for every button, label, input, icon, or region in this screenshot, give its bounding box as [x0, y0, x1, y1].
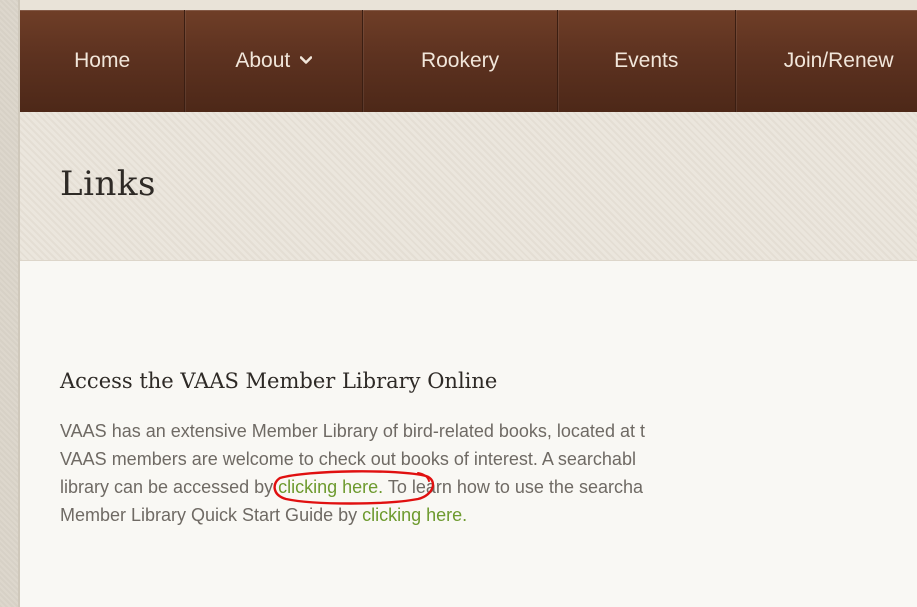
chevron-down-icon: [300, 55, 313, 65]
nav-item-label: About: [235, 49, 291, 72]
nav-item-label: Rookery: [420, 49, 500, 72]
paragraph-text: Member Library Quick Start Guide by: [60, 505, 363, 525]
paragraph-text: library can be accessed by: [60, 477, 279, 497]
paragraph-line: VAAS members are welcome to check out bo…: [60, 449, 636, 469]
nav-item-label: Home: [74, 49, 131, 72]
main-content: Access the VAAS Member Library Online VA…: [20, 261, 917, 607]
nav-item-label: Events: [614, 49, 679, 72]
nav-item-about[interactable]: About: [185, 10, 364, 112]
nav-item-rookery[interactable]: Rookery: [363, 10, 558, 112]
paragraph-text: To learn how to use the searcha: [383, 477, 643, 497]
quick-start-guide-link[interactable]: clicking here.: [362, 505, 467, 525]
nav-item-home[interactable]: Home: [20, 10, 186, 112]
library-description: VAAS has an extensive Member Library of …: [60, 417, 917, 529]
nav-item-events[interactable]: Events: [558, 10, 736, 112]
section-heading: Access the VAAS Member Library Online: [60, 369, 498, 393]
main-navigation: Home About Rookery Events Join/Renew: [20, 10, 917, 112]
page-title-band: Links: [20, 112, 917, 261]
page-title: Links: [60, 164, 156, 204]
paragraph-line: Member Library Quick Start Guide by clic…: [60, 501, 917, 529]
paragraph-line: library can be accessed by clicking here…: [60, 470, 917, 505]
paragraph-line: VAAS has an extensive Member Library of …: [60, 421, 645, 441]
nav-item-join-renew[interactable]: Join/Renew: [736, 10, 917, 112]
circled-link-wrapper: clicking here.: [273, 470, 435, 505]
nav-item-label: Join/Renew: [783, 49, 894, 72]
top-strip: [20, 0, 917, 10]
library-search-link[interactable]: clicking here.: [278, 477, 383, 497]
